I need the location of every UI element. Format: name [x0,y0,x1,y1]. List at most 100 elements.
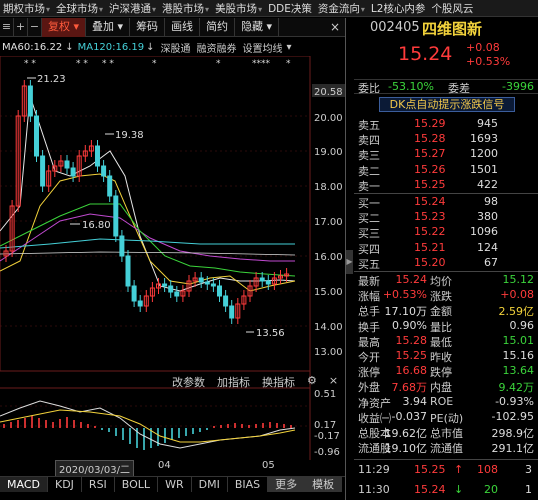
candle [131,285,137,302]
menu-icon[interactable]: ≡ [0,17,14,37]
ytick: 19.00 [314,147,343,158]
candle [107,175,113,197]
stats-table: 最新 15.24 均价 15.12 涨幅 +0.53% 涨跌 +0.08 总手 17.10万 金额 2… [354,273,538,455]
stat-value: 0.90% [392,318,427,332]
zoom-in-icon[interactable]: + [14,17,28,37]
close-icon[interactable]: × [325,20,345,34]
svg-text:****: **** [252,59,271,69]
ytick: 18.00 [314,182,343,193]
kline-frame [0,56,311,372]
ytick: 17.00 [314,217,343,228]
candle [34,115,39,157]
bid-row[interactable]: 买四 15.21 124 [354,241,538,256]
selected-date: 2020/03/03/二 [55,460,135,477]
simple-button[interactable]: 简约 [200,17,236,37]
dk-signal-banner[interactable]: DK点自动提示涨跌信号 [379,97,515,112]
collapse-handle[interactable]: ▶ [346,250,353,274]
bid-row[interactable]: 买三 15.22 1096 [354,225,538,240]
nav-item-stock-news[interactable]: 个股风云 [428,1,476,16]
candle [27,85,33,117]
change-param-button[interactable]: 改参数 [170,374,207,390]
set-ma-link[interactable]: 设置均线 [243,40,283,55]
chip-button[interactable]: 筹码 [130,17,166,37]
candle [217,285,222,297]
macd-histogram [3,416,292,450]
tab-rsi[interactable]: RSI [82,477,115,492]
bid-row[interactable]: 买一 15.24 98 [354,195,538,210]
nav-item-hk[interactable]: 港股市场▾ [159,1,212,16]
stat-label: 外盘 [358,381,380,395]
stat-label: 总市值 [430,426,463,440]
indicator-toolbar: 改参数 加指标 换指标 ⚙ × [170,374,340,390]
svg-text:* *: * * [24,59,36,69]
settings-icon[interactable]: ⚙ [305,374,319,390]
stat-value: 16.68 [395,364,428,378]
stat-label: 涨跌 [430,290,452,304]
nav-item-dde[interactable]: DDE决策 [265,1,315,16]
ask-row[interactable]: 卖三 15.27 1200 [354,147,538,162]
stat-value: 7.68万 [391,381,428,395]
stat-label: 最新 [358,275,380,288]
stat-value: 15.16 [502,348,535,362]
stat-row: 涨停 16.68 跌停 13.64 [354,364,538,379]
weibi-label: 委比 [358,82,380,95]
tab-boll[interactable]: BOLL [115,477,159,492]
month-label: 04 [158,460,171,471]
nav-item-capital-flow[interactable]: 资金流向▾ [315,1,368,16]
stat-value: -0.93% [495,394,534,408]
stat-label: 昨收 [430,350,452,364]
stat-value: 15.25 [395,348,428,362]
ytick: 13.00 [314,347,343,358]
overlay-button[interactable]: 叠加 ▾ [86,17,131,37]
price-row: 15.24 +0.08 +0.53% [354,41,538,71]
fuquan-button[interactable]: 复权 ▾ [42,17,87,37]
ask-row[interactable]: 卖五 15.29 945 [354,117,538,132]
stat-label: 涨停 [358,366,380,380]
shengutong-link[interactable]: 深股通 [161,40,191,55]
macd-dif-line [0,400,296,449]
nav-item-l2[interactable]: L2核心内参 [368,1,429,16]
add-indicator-button[interactable]: 加指标 [215,374,252,390]
tab-macd[interactable]: MACD [0,477,48,492]
ask-row[interactable]: 卖四 15.28 1693 [354,132,538,147]
tab-more[interactable]: 更多 [268,477,306,492]
kline-chart[interactable]: * * * * * * * * **** * 21.23 19.38 16.80 13.5… [0,56,345,460]
label-1938: 19.38 [115,130,144,141]
nav-item-hsgt[interactable]: 沪深港通▾ [106,1,159,16]
nav-item-options[interactable]: 期权市场▾ [0,1,53,16]
ask-row[interactable]: 卖一 15.25 422 [354,178,538,193]
margin-trading-link[interactable]: 融资融券 [197,40,237,55]
ask-row[interactable]: 卖二 15.26 1501 [354,163,538,178]
label-high: 21.23 [37,74,66,85]
event-markers: * * * * * * * * **** * [24,59,291,69]
stat-label: 均价 [430,275,452,288]
nav-item-global[interactable]: 全球市场▾ [53,1,106,16]
candle [125,255,131,287]
change-indicator-button[interactable]: 换指标 [260,374,297,390]
macd-tick: 0.17 [314,420,336,431]
ytick: 20.58 [314,87,343,98]
draw-line-button[interactable]: 画线 [165,17,201,37]
bid-row[interactable]: 买二 15.23 380 [354,210,538,225]
candle [204,281,210,285]
tab-wr[interactable]: WR [158,477,192,492]
tab-bias[interactable]: BIAS [228,477,269,492]
tab-template[interactable]: 模板 [305,477,343,492]
ytick: 15.00 [314,287,343,298]
nav-item-us[interactable]: 美股市场▾ [212,1,265,16]
stat-label: 流通值 [430,442,463,456]
tick-list: 11:29 15.25 ↑ 108 3 11:30 15.24 ↓ 20 1 [354,459,538,500]
close-icon[interactable]: × [327,374,340,390]
bid-row[interactable]: 买五 15.20 67 [354,256,538,271]
tab-kdj[interactable]: KDJ [48,477,82,492]
stat-label: 换手 [358,320,380,334]
arrow-down-icon: ↓ [146,41,155,53]
expand-icon[interactable]: ▾ [287,42,292,53]
candle [265,280,271,285]
candle [137,300,143,307]
zoom-out-icon[interactable]: − [28,17,42,37]
tab-dmi[interactable]: DMI [192,477,228,492]
stat-label: 今开 [358,350,380,364]
ytick: 20.00 [314,113,343,124]
hide-button[interactable]: 隐藏 ▾ [235,17,280,37]
